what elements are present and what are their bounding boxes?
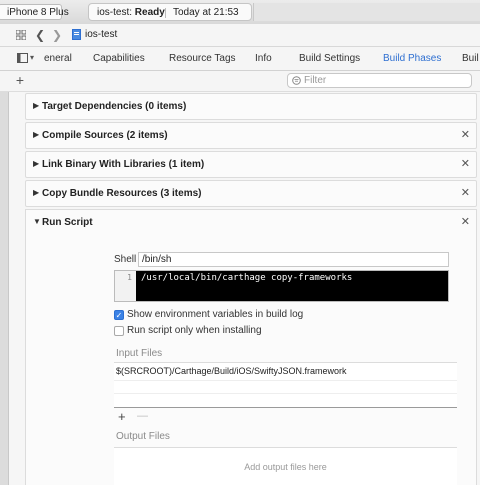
disclosure-right-icon[interactable]: ▶ xyxy=(33,188,39,197)
tab-capabilities[interactable]: Capabilities xyxy=(93,47,145,70)
filter-placeholder: Filter xyxy=(304,75,327,86)
jump-bar: ❮ ❯ ios-test xyxy=(0,24,480,47)
filter-icon xyxy=(292,76,301,85)
forward-chevron-icon[interactable]: ❯ xyxy=(51,24,63,46)
disclosure-right-icon[interactable]: ▶ xyxy=(33,130,39,139)
run-only-installing-checkbox[interactable] xyxy=(114,326,124,336)
disclosure-down-icon[interactable]: ▼ xyxy=(33,217,41,226)
shell-field[interactable]: /bin/sh xyxy=(138,252,449,267)
disclosure-right-icon[interactable]: ▶ xyxy=(33,101,39,110)
row-divider xyxy=(114,380,457,381)
show-env-vars-checkbox[interactable]: ✓ xyxy=(114,310,124,320)
phase-title: Copy Bundle Resources (3 items) xyxy=(42,188,202,199)
status-state: Ready xyxy=(134,7,165,18)
editor-tabs: ▾ eneral Capabilities Resource Tags Info… xyxy=(0,47,480,71)
phase-link-binary[interactable]: ▶ Link Binary With Libraries (1 item) ✕ xyxy=(25,151,477,178)
breadcrumb-project[interactable]: ios-test xyxy=(85,24,117,46)
run-only-installing-label[interactable]: Run script only when installing xyxy=(127,325,262,336)
delete-phase-icon[interactable]: ✕ xyxy=(461,210,470,235)
disclosure-right-icon[interactable]: ▶ xyxy=(33,159,39,168)
phase-title[interactable]: Run Script xyxy=(42,210,93,235)
output-files-table[interactable]: Add output files here xyxy=(114,447,457,485)
toolbar-right-area xyxy=(253,3,480,21)
tab-info[interactable]: Info xyxy=(255,47,272,70)
output-files-label: Output Files xyxy=(116,431,170,442)
phase-compile-sources[interactable]: ▶ Compile Sources (2 items) ✕ xyxy=(25,122,477,149)
phase-title: Compile Sources (2 items) xyxy=(42,130,168,141)
related-items-grid-icon[interactable] xyxy=(14,24,28,46)
delete-phase-icon[interactable]: ✕ xyxy=(461,152,470,177)
status-time: Today at 21:53 xyxy=(173,7,239,18)
add-input-file-icon[interactable]: + xyxy=(118,409,126,424)
targets-popup-chevron-icon[interactable]: ▾ xyxy=(28,47,36,69)
input-file-row[interactable]: $(SRCROOT)/Carthage/Build/iOS/SwiftyJSON… xyxy=(116,363,347,380)
phase-title: Link Binary With Libraries (1 item) xyxy=(42,159,205,170)
phase-target-dependencies[interactable]: ▶ Target Dependencies (0 items) xyxy=(25,93,477,120)
phase-run-script: ▼ Run Script ✕ xyxy=(25,209,477,485)
tab-build-phases[interactable]: Build Phases xyxy=(383,47,441,70)
tab-resource-tags[interactable]: Resource Tags xyxy=(169,47,236,70)
phase-filter-bar: + Filter xyxy=(0,71,480,92)
shell-label: Shell xyxy=(114,254,137,265)
output-files-hint: Add output files here xyxy=(244,462,327,472)
phase-copy-bundle-resources[interactable]: ▶ Copy Bundle Resources (3 items) ✕ xyxy=(25,180,477,207)
toolbar: iPhone 8 Plus ios-test: Ready Today at 2… xyxy=(0,0,480,25)
script-editor[interactable]: 1 /usr/local/bin/carthage copy-framework… xyxy=(114,270,449,302)
status-divider xyxy=(165,8,166,18)
input-files-table[interactable]: $(SRCROOT)/Carthage/Build/iOS/SwiftyJSON… xyxy=(114,362,457,408)
navigator-edge xyxy=(0,24,9,485)
filter-input[interactable]: Filter xyxy=(287,73,472,88)
tab-build-settings[interactable]: Build Settings xyxy=(299,47,360,70)
scheme-device-selector[interactable]: iPhone 8 Plus xyxy=(0,4,69,20)
input-files-label: Input Files xyxy=(116,348,163,359)
delete-phase-icon[interactable]: ✕ xyxy=(461,123,470,148)
show-env-vars-label[interactable]: Show environment variables in build log xyxy=(127,309,303,320)
remove-input-file-icon[interactable]: — xyxy=(137,410,148,422)
row-divider xyxy=(114,393,457,394)
tab-build-rules[interactable]: Buil xyxy=(462,47,479,70)
line-number: 1 xyxy=(115,271,136,301)
delete-phase-icon[interactable]: ✕ xyxy=(461,181,470,206)
show-targets-sidebar-icon[interactable] xyxy=(16,47,28,69)
activity-status: ios-test: Ready Today at 21:53 xyxy=(88,3,252,21)
script-text[interactable]: /usr/local/bin/carthage copy-frameworks xyxy=(141,271,352,285)
status-project: ios-test: xyxy=(97,7,133,18)
add-build-phase-icon[interactable]: + xyxy=(14,71,26,93)
project-file-icon xyxy=(70,24,82,46)
phase-title: Target Dependencies (0 items) xyxy=(42,101,187,112)
back-chevron-icon[interactable]: ❮ xyxy=(34,24,46,46)
tab-general[interactable]: eneral xyxy=(44,47,72,70)
